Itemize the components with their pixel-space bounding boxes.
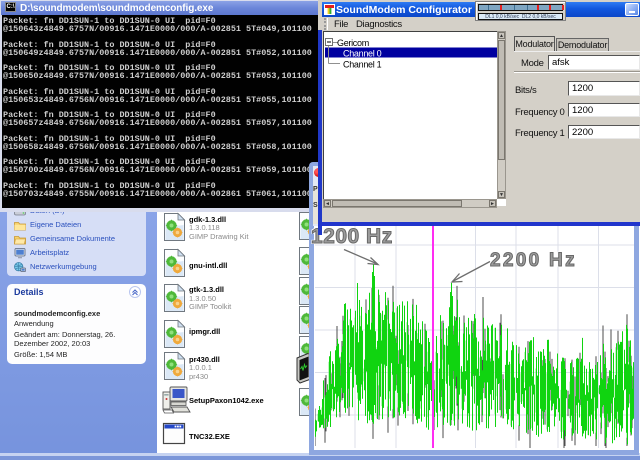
- svg-text:Gericom: Gericom: [337, 38, 369, 48]
- svg-text:Channel 0: Channel 0: [343, 49, 382, 59]
- svg-text:Channel 1: Channel 1: [343, 60, 382, 70]
